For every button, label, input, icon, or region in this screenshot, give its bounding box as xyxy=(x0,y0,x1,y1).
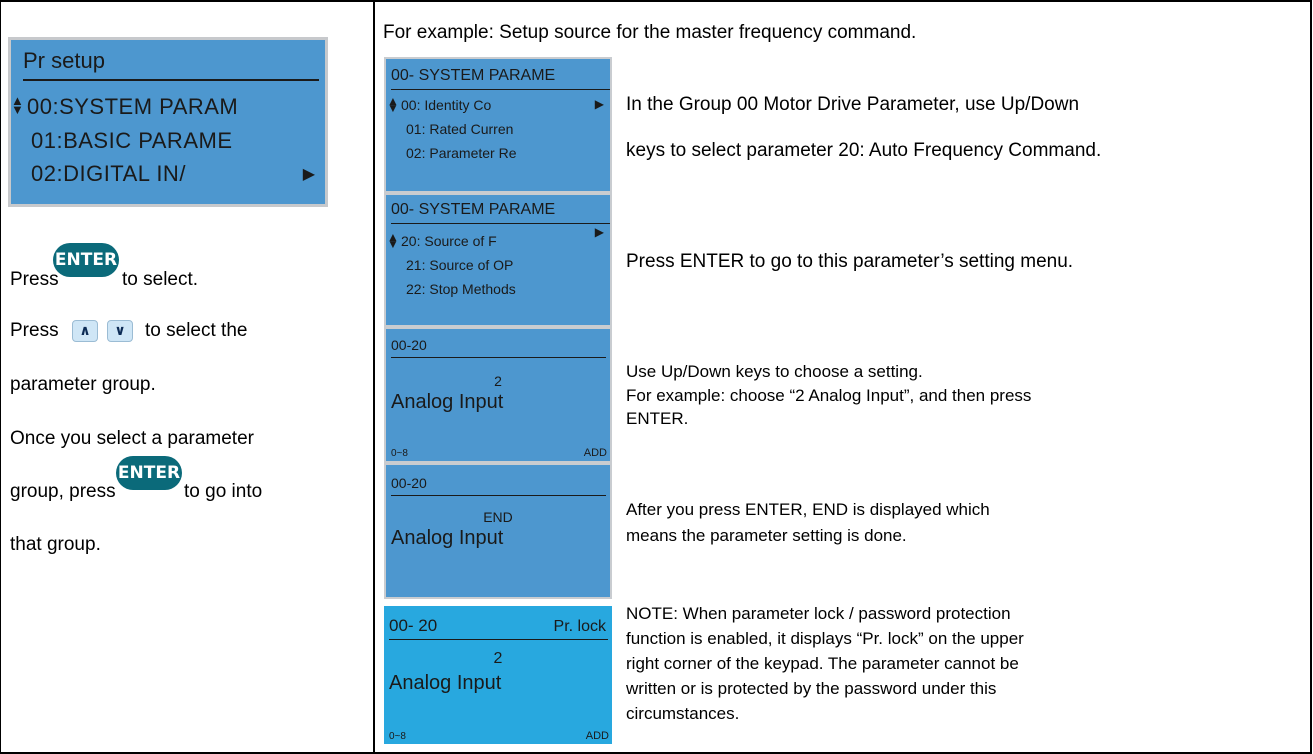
group-press-text-a: group, press xyxy=(10,481,116,502)
parameter-group-text: parameter group. xyxy=(10,374,156,395)
lcd-param-code: 00-20 xyxy=(391,475,427,491)
lcd-value: 2 xyxy=(494,373,502,389)
note-line-3: right corner of the keypad. The paramete… xyxy=(626,654,1019,673)
up-down-arrow-icon: ▲ ▼ xyxy=(11,93,25,117)
up-down-arrow-icon: ▲ ▼ xyxy=(387,94,399,115)
lcd-row: 02:DIGITAL IN/ xyxy=(31,161,186,186)
lcd-value-locked: 00- 20 Pr. lock 2 Analog Input 0~8 ADD xyxy=(384,606,612,744)
lcd-range: 0~8 xyxy=(391,448,408,459)
val2-desc-1: After you press ENTER, END is displayed … xyxy=(626,500,990,519)
lcd-underline xyxy=(389,639,608,640)
note-line-1: NOTE: When parameter lock / password pro… xyxy=(626,604,1011,623)
lcd-param20-menu: 00- SYSTEM PARAME ▲ ▼ 20: Source of F ▶ 21… xyxy=(384,193,612,327)
more-arrow-icon: ▶ xyxy=(302,166,315,183)
menu2-desc: Press ENTER to go to this parameter’s se… xyxy=(626,251,1074,272)
lcd-title: Pr setup xyxy=(23,48,105,73)
val1-desc-3: ENTER. xyxy=(626,409,689,428)
lcd-row: 21: Source of OP xyxy=(406,257,514,273)
press-enter-text-a: Press xyxy=(10,269,59,290)
down-key-icon: ∨ xyxy=(107,320,133,342)
lcd-underline xyxy=(391,495,606,496)
enter-key-icon: ENTER xyxy=(116,456,182,490)
val1-desc-2: For example: choose “2 Analog Input”, an… xyxy=(626,386,1032,405)
lcd-underline xyxy=(391,357,606,358)
example-header: For example: Setup source for the master… xyxy=(383,22,917,43)
column-divider xyxy=(373,0,375,754)
lcd-row-selected: ▲ ▼ 00:SYSTEM PARAM xyxy=(11,93,239,119)
lcd-param-code: 00- 20 xyxy=(389,616,438,635)
lcd-value-end: 00-20 END Analog Input xyxy=(384,463,612,599)
once-select-text: Once you select a parameter xyxy=(10,428,254,449)
lcd-row: 22: Stop Methods xyxy=(406,281,516,297)
that-group-text: that group. xyxy=(10,534,101,555)
note-line-5: circumstances. xyxy=(626,704,740,723)
lcd-value-name: Analog Input xyxy=(391,391,504,413)
lcd-value: 2 xyxy=(493,650,503,667)
lcd-title: 00- SYSTEM PARAME xyxy=(391,67,556,84)
lcd-value: END xyxy=(483,509,513,525)
lcd-row: 01:BASIC PARAME xyxy=(31,128,233,153)
press-updown-text-b: to select the xyxy=(145,320,248,341)
lcd-add: ADD xyxy=(583,447,607,459)
more-arrow-icon: ▶ xyxy=(594,225,604,239)
group-press-text-b: to go into xyxy=(184,481,263,502)
up-down-arrow-icon: ▲ ▼ xyxy=(387,230,399,251)
note-line-2: function is enabled, it displays “Pr. lo… xyxy=(626,629,1024,648)
lcd-row-selected: ▲ ▼ 20: Source of F xyxy=(387,230,497,251)
lcd-title: 00- SYSTEM PARAME xyxy=(391,201,556,218)
menu1-desc-2: keys to select parameter 20: Auto Freque… xyxy=(626,140,1102,161)
lcd-range: 0~8 xyxy=(389,731,406,742)
lcd-row: 01: Rated Curren xyxy=(406,121,514,137)
lcd-param-code: 00-20 xyxy=(391,337,427,353)
note-line-4: written or is protected by the password … xyxy=(626,679,997,698)
lcd-value-name: Analog Input xyxy=(391,527,504,549)
lcd-group-menu: Pr setup ▲ ▼ 00:SYSTEM PARAM 01:BASIC PARA… xyxy=(8,37,328,207)
lcd-value-select: 00-20 2 Analog Input 0~8 ADD xyxy=(384,327,612,463)
lcd-underline xyxy=(391,89,610,90)
lcd-value-name: Analog Input xyxy=(389,672,502,694)
lcd-underline xyxy=(23,79,319,81)
lcd-row: 02: Parameter Re xyxy=(406,145,517,161)
lcd-underline xyxy=(391,223,610,224)
lcd-group00-menu: 00- SYSTEM PARAME ▲ ▼ 00: Identity Co ▶ 01… xyxy=(384,57,612,193)
lcd-row-selected: ▲ ▼ 00: Identity Co xyxy=(387,94,492,115)
val1-desc-1: Use Up/Down keys to choose a setting. xyxy=(626,362,923,381)
up-key-icon: ∧ xyxy=(72,320,98,342)
press-enter-text-b: to select. xyxy=(122,269,199,290)
press-updown-text-a: Press xyxy=(10,320,59,341)
val2-desc-2: means the parameter setting is done. xyxy=(626,526,907,545)
lcd-add: ADD xyxy=(585,730,609,742)
menu1-desc-1: In the Group 00 Motor Drive Parameter, u… xyxy=(626,94,1080,115)
enter-key-icon: ENTER xyxy=(53,243,119,277)
more-arrow-icon: ▶ xyxy=(594,97,604,111)
lcd-lock-label: Pr. lock xyxy=(553,618,606,635)
